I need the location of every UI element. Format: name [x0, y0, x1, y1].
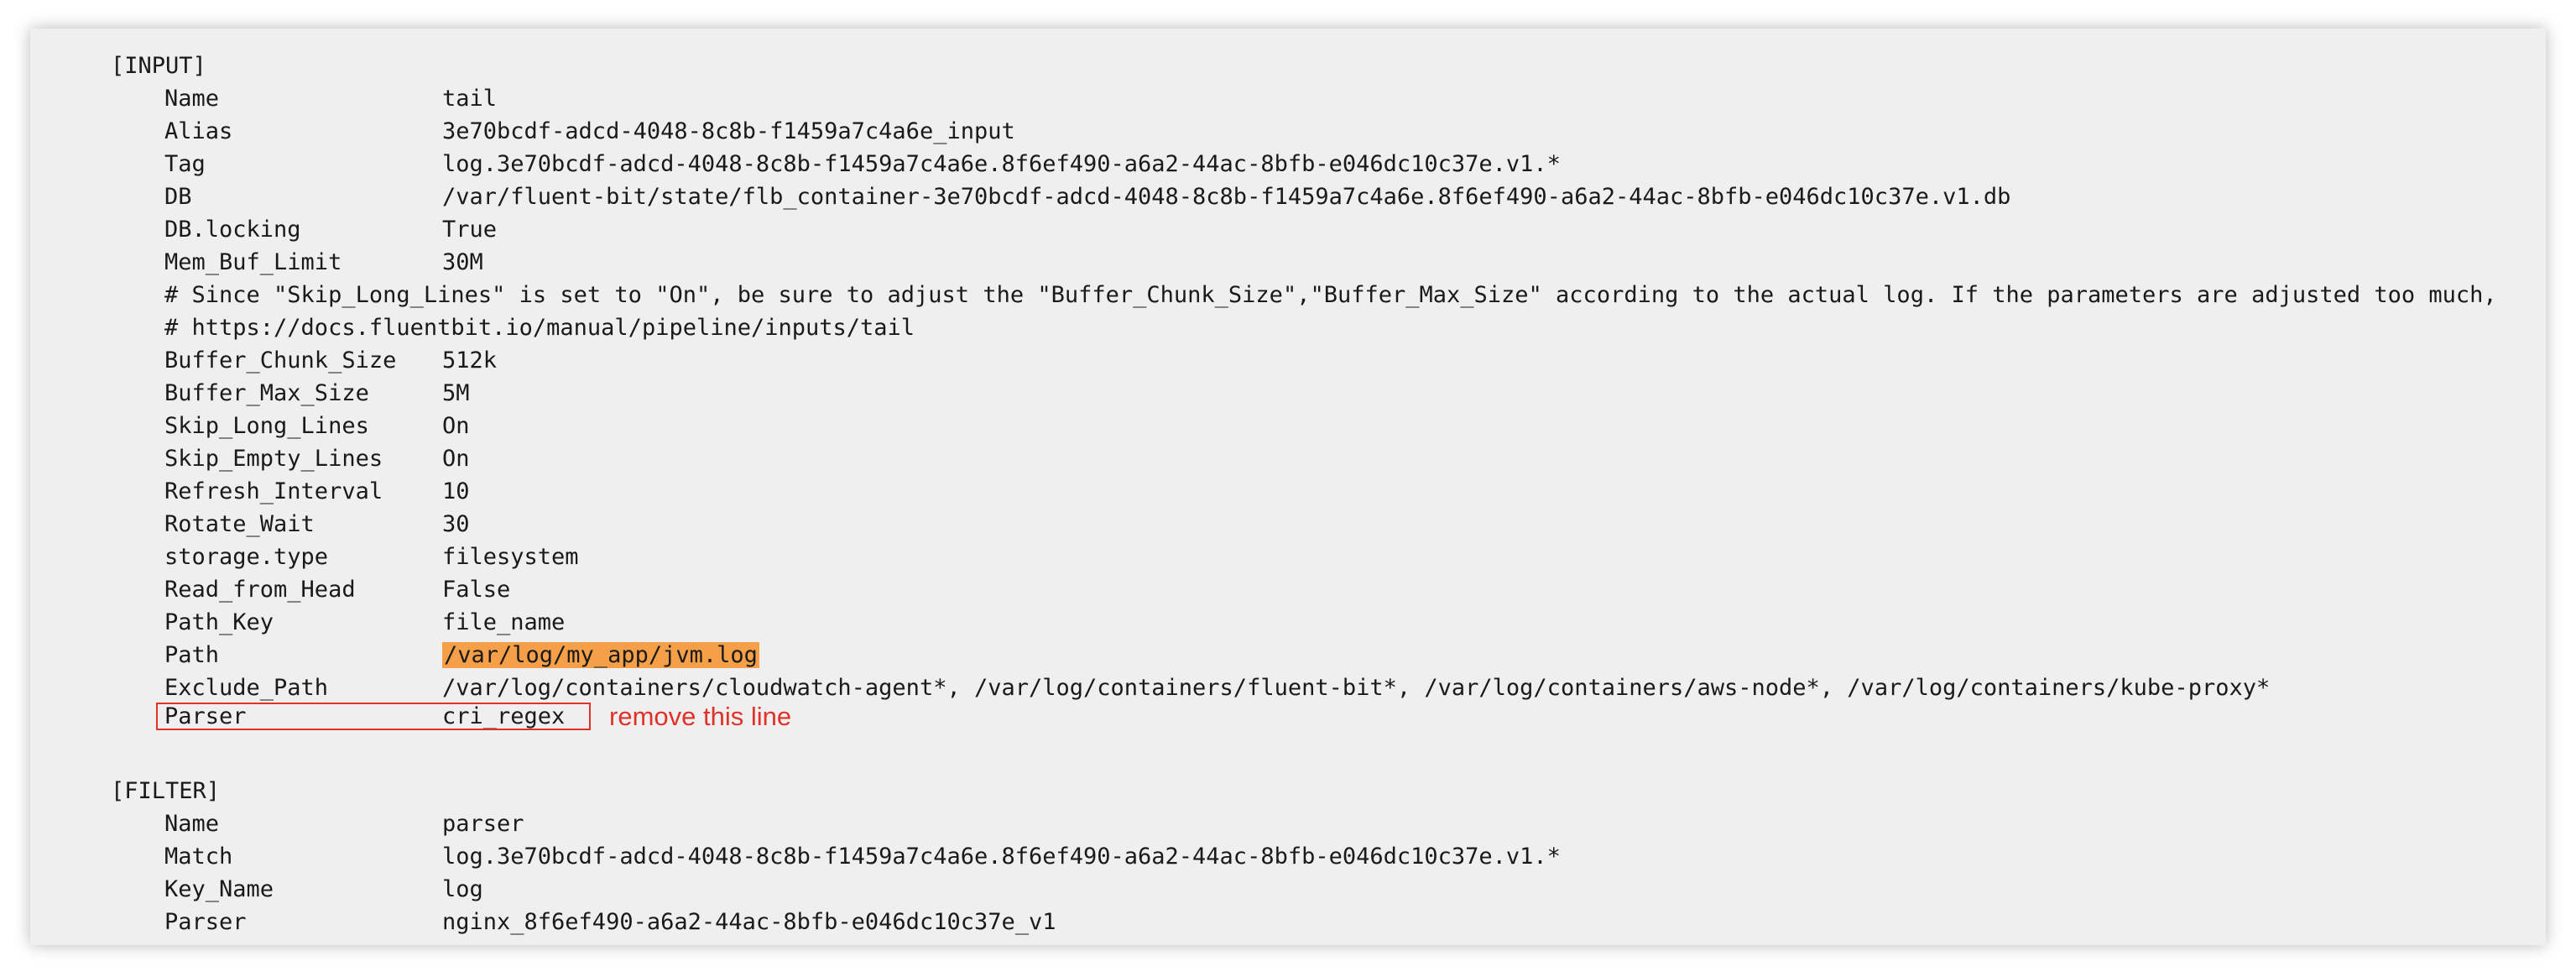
input-key-rotate-wait: Rotate_Wait	[164, 511, 315, 537]
remove-line-note: remove this line	[609, 702, 792, 731]
input-key-name: Name	[164, 86, 220, 112]
input-value-buffer-max-size: 5M	[442, 380, 470, 406]
filter-key-name: Name	[164, 811, 220, 837]
input-value-read-from-head: False	[442, 577, 511, 603]
input-comment-docs-link: # https://docs.fluentbit.io/manual/pipel…	[164, 315, 915, 341]
code-panel: [INPUT] Name tail Alias 3e70bcdf-adcd-40…	[30, 29, 2546, 945]
input-key-path-key: Path_Key	[164, 609, 274, 635]
input-key-path: Path	[164, 642, 220, 668]
input-key-skip-long-lines: Skip_Long_Lines	[164, 413, 369, 439]
input-key-refresh-interval: Refresh_Interval	[164, 478, 383, 504]
input-value-mem-buf-limit: 30M	[442, 249, 483, 275]
input-key-buffer-chunk-size: Buffer_Chunk_Size	[164, 347, 397, 374]
input-key-skip-empty-lines: Skip_Empty_Lines	[164, 446, 383, 472]
highlighted-path-value: /var/log/my_app/jvm.log	[442, 642, 759, 668]
input-key-db-locking: DB.locking	[164, 217, 301, 243]
input-value-storage-type: filesystem	[442, 544, 579, 570]
filter-key-parser: Parser	[164, 909, 247, 935]
input-comment-skip-long-lines: # Since "Skip_Long_Lines" is set to "On"…	[164, 282, 2497, 308]
input-value-path: /var/log/my_app/jvm.log	[442, 640, 759, 671]
filter-value-match: log.3e70bcdf-adcd-4048-8c8b-f1459a7c4a6e…	[442, 844, 1561, 870]
input-key-buffer-max-size: Buffer_Max_Size	[164, 380, 369, 406]
remove-line-highlight-box	[156, 703, 591, 730]
filter-key-match: Match	[164, 844, 233, 870]
input-value-skip-empty-lines: On	[442, 446, 470, 472]
input-value-db: /var/fluent-bit/state/flb_container-3e70…	[442, 184, 2011, 210]
input-value-tag: log.3e70bcdf-adcd-4048-8c8b-f1459a7c4a6e…	[442, 151, 1561, 177]
filter-section-header: [FILTER]	[111, 778, 221, 804]
input-value-db-locking: True	[442, 217, 498, 243]
filter-value-name: parser	[442, 811, 524, 837]
input-value-refresh-interval: 10	[442, 478, 470, 504]
input-value-rotate-wait: 30	[442, 511, 470, 537]
filter-value-parser: nginx_8f6ef490-a6a2-44ac-8bfb-e046dc10c3…	[442, 909, 1056, 935]
input-value-name: tail	[442, 86, 498, 112]
input-key-alias: Alias	[164, 118, 233, 144]
input-key-storage-type: storage.type	[164, 544, 329, 570]
input-value-path-key: file_name	[442, 609, 566, 635]
input-value-alias: 3e70bcdf-adcd-4048-8c8b-f1459a7c4a6e_inp…	[442, 118, 1015, 144]
input-key-read-from-head: Read_from_Head	[164, 577, 356, 603]
filter-value-key-name: log	[442, 876, 483, 902]
input-key-exclude-path: Exclude_Path	[164, 675, 329, 701]
input-section-header: [INPUT]	[111, 53, 206, 79]
input-key-db: DB	[164, 184, 192, 210]
input-value-exclude-path: /var/log/containers/cloudwatch-agent*, /…	[442, 675, 2271, 701]
input-value-skip-long-lines: On	[442, 413, 470, 439]
input-value-buffer-chunk-size: 512k	[442, 347, 498, 374]
input-key-mem-buf-limit: Mem_Buf_Limit	[164, 249, 342, 275]
input-key-tag: Tag	[164, 151, 206, 177]
filter-key-key-name: Key_Name	[164, 876, 274, 902]
